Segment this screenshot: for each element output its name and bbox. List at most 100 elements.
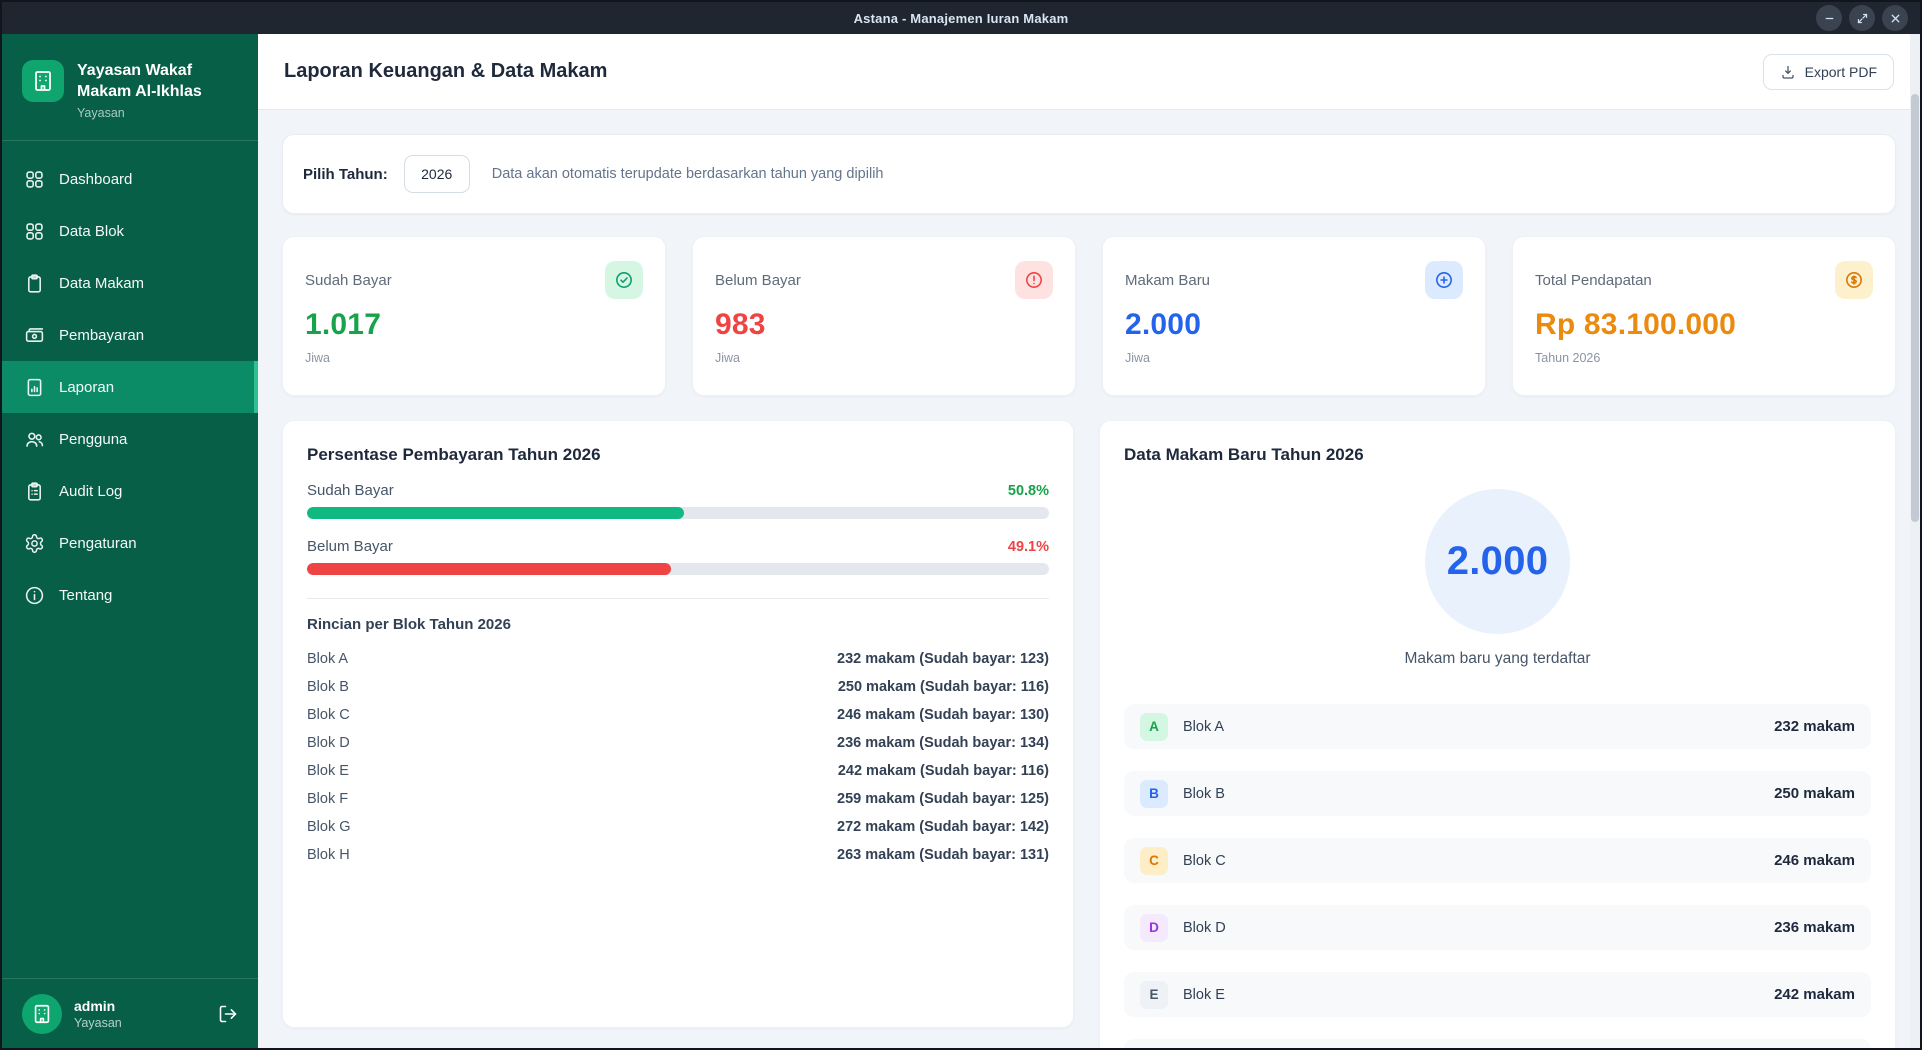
- window-title: Astana - Manajemen Iuran Makam: [853, 10, 1069, 26]
- year-filter-label: Pilih Tahun:: [303, 165, 388, 183]
- sidebar-item-pembayaran[interactable]: Pembayaran: [2, 309, 258, 361]
- stat-sub: Jiwa: [1125, 351, 1151, 365]
- progress-fill: [307, 563, 672, 575]
- download-icon: [1782, 65, 1794, 79]
- blok-label: Blok G: [307, 819, 351, 835]
- total-circle: 2.000: [1425, 489, 1570, 634]
- building-icon: [34, 1004, 50, 1023]
- app-window: Astana - Manajemen Iuran Makam Yayasan W…: [0, 0, 1922, 1050]
- blok-row: Blok B 250 makam (Sudah bayar: 116): [307, 673, 1049, 701]
- sidebar-item-label: Pengaturan: [59, 534, 137, 552]
- progress-track: [307, 507, 1049, 519]
- minimize-icon: [1825, 17, 1833, 19]
- banknote-icon: [25, 327, 44, 342]
- restore-button[interactable]: [1849, 5, 1875, 31]
- blok-label: Blok F: [307, 791, 349, 807]
- year-select-value: 2026: [421, 166, 453, 182]
- grid-icon: [26, 222, 43, 240]
- page-header: Laporan Keuangan & Data Makam Export PDF: [258, 34, 1920, 110]
- sidebar-item-laporan[interactable]: Laporan: [2, 361, 258, 414]
- org-type: Yayasan: [77, 106, 125, 121]
- stat-card-makam-baru: Makam Baru 2.000 Jiwa: [1102, 236, 1486, 396]
- year-filter-hint: Data akan otomatis terupdate berdasarkan…: [491, 166, 884, 182]
- progress-fill: [307, 507, 684, 519]
- progress-row-sudah-bayar: Sudah Bayar 50.8%: [307, 482, 1049, 519]
- stat-sub: Tahun 2026: [1535, 351, 1601, 365]
- sidebar-item-pengguna[interactable]: Pengguna: [2, 413, 258, 465]
- blok-row: Blok C 246 makam (Sudah bayar: 130): [307, 701, 1049, 729]
- blok-row: Blok F 259 makam (Sudah bayar: 125): [307, 785, 1049, 813]
- sidebar: Yayasan Wakaf Makam Al-Ikhlas Yayasan Da…: [2, 34, 258, 1048]
- sidebar-item-label: Pembayaran: [59, 326, 145, 344]
- year-filter-card: Pilih Tahun: 2026 Data akan otomatis ter…: [282, 134, 1896, 214]
- check-circle-icon: [605, 261, 643, 299]
- stat-label: Makam Baru: [1125, 271, 1211, 289]
- progress-row-belum-bayar: Belum Bayar 49.1%: [307, 538, 1049, 575]
- blok-row: Blok D 236 makam (Sudah bayar: 134): [307, 729, 1049, 757]
- grave-label: Blok E: [1183, 986, 1225, 1003]
- logout-button[interactable]: [218, 1004, 238, 1024]
- blok-badge: [1140, 1047, 1168, 1048]
- grave-value: 246 makam: [1774, 852, 1855, 869]
- clipboard-icon: [28, 274, 41, 293]
- blok-row: Blok G 272 makam (Sudah bayar: 142): [307, 813, 1049, 841]
- grave-rows: A Blok A 232 makam B Blok B 250 makam C: [1124, 704, 1871, 1048]
- export-pdf-button[interactable]: Export PDF: [1762, 53, 1894, 90]
- users-icon: [26, 432, 44, 447]
- main-area: Laporan Keuangan & Data Makam Export PDF…: [258, 34, 1920, 1048]
- new-graves-panel-title: Data Makam Baru Tahun 2026: [1124, 445, 1364, 464]
- blok-label: Blok B: [307, 679, 349, 695]
- stat-card-total-pendapatan: Total Pendapatan Rp 83.100.000 Tahun 202…: [1512, 236, 1896, 396]
- blok-value: 263 makam (Sudah bayar: 131): [837, 847, 1049, 863]
- sidebar-item-pengaturan[interactable]: Pengaturan: [2, 517, 258, 569]
- grave-label: Blok B: [1183, 785, 1225, 802]
- close-button[interactable]: [1882, 5, 1908, 31]
- scrollbar-thumb[interactable]: [1911, 94, 1919, 522]
- sidebar-item-data-makam[interactable]: Data Makam: [2, 257, 258, 309]
- blok-label: Blok D: [307, 735, 350, 751]
- divider: [307, 598, 1049, 599]
- sidebar-item-label: Data Blok: [59, 222, 125, 240]
- sidebar-header: Yayasan Wakaf Makam Al-Ikhlas Yayasan: [2, 34, 258, 142]
- org-name: Yayasan Wakaf Makam Al-Ikhlas: [77, 62, 202, 101]
- grave-row: A Blok A 232 makam: [1124, 704, 1871, 749]
- sidebar-item-tentang[interactable]: Tentang: [2, 569, 258, 621]
- progress-label: Belum Bayar: [307, 538, 393, 555]
- total-new-graves: 2.000: [1446, 539, 1549, 583]
- grave-row: C Blok C 246 makam: [1124, 838, 1871, 883]
- blok-value: 232 makam (Sudah bayar: 123): [837, 651, 1049, 667]
- sidebar-item-data-blok[interactable]: Data Blok: [2, 205, 258, 257]
- logout-icon: [219, 1005, 237, 1022]
- sidebar-nav: Dashboard Data Blok Data Makam Pembayara…: [2, 141, 258, 978]
- info-circle-icon: [25, 586, 44, 604]
- year-select[interactable]: 2026: [403, 155, 470, 193]
- breakdown-title: Rincian per Blok Tahun 2026: [307, 616, 511, 633]
- grave-row: B Blok B 250 makam: [1124, 771, 1871, 816]
- sidebar-item-label: Data Makam: [59, 274, 145, 292]
- stat-value: 1.017: [305, 308, 382, 341]
- sidebar-item-audit-log[interactable]: Audit Log: [2, 465, 258, 517]
- progress-track: [307, 563, 1049, 575]
- blok-badge: D: [1140, 913, 1168, 942]
- grave-label: Blok C: [1183, 852, 1226, 869]
- blok-row: Blok H 263 makam (Sudah bayar: 131): [307, 841, 1049, 869]
- minimize-button[interactable]: [1816, 5, 1842, 31]
- blok-value: 236 makam (Sudah bayar: 134): [837, 735, 1049, 751]
- stat-label: Belum Bayar: [715, 271, 801, 289]
- report-panels: Persentase Pembayaran Tahun 2026 Sudah B…: [282, 420, 1896, 1048]
- blok-row: Blok A 232 makam (Sudah bayar: 123): [307, 645, 1049, 673]
- progress-label: Sudah Bayar: [307, 482, 394, 499]
- building-icon: [35, 71, 51, 91]
- restore-icon: [1857, 13, 1867, 23]
- stat-card-sudah-bayar: Sudah Bayar 1.017 Jiwa: [282, 236, 666, 396]
- org-logo: [22, 60, 64, 102]
- grave-value: 242 makam: [1774, 986, 1855, 1003]
- grave-value: 250 makam: [1774, 785, 1855, 802]
- plus-circle-icon: [1425, 261, 1463, 299]
- sidebar-item-dashboard[interactable]: Dashboard: [2, 153, 258, 205]
- page-title: Laporan Keuangan & Data Makam: [284, 60, 608, 82]
- user-avatar: [22, 993, 62, 1034]
- stat-sub: Jiwa: [715, 351, 741, 365]
- blok-value: 242 makam (Sudah bayar: 116): [837, 763, 1049, 779]
- payment-panel-title: Persentase Pembayaran Tahun 2026: [307, 445, 601, 464]
